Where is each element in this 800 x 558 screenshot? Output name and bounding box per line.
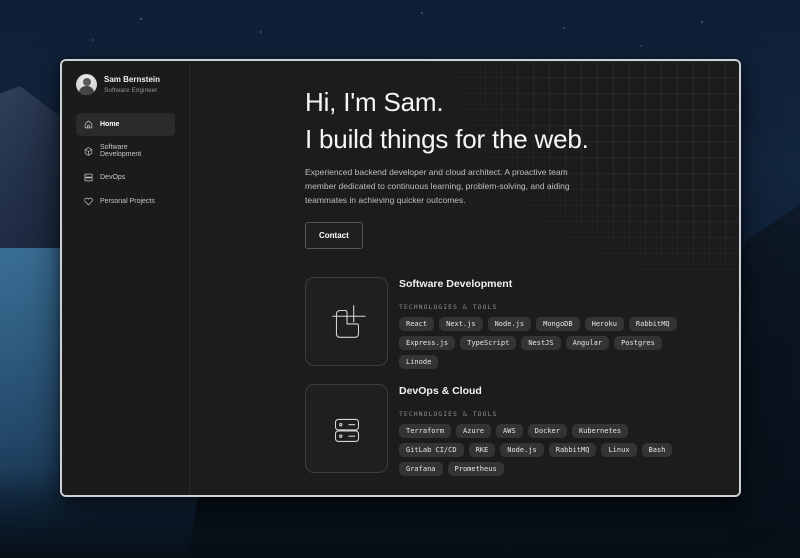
main-content: Hi, I'm Sam. I build things for the web.… [190, 61, 739, 495]
hero-heading-line1: Hi, I'm Sam. [305, 84, 739, 121]
avatar [76, 74, 97, 95]
sidebar-item-label: Software Development [100, 144, 167, 158]
tech-tag: Terraform [399, 424, 451, 438]
profile-role: Software Engineer [104, 86, 160, 95]
sidebar-item-label: Home [100, 121, 119, 128]
tech-tag: Linux [601, 443, 636, 457]
sidebar-item-devops[interactable]: DevOps [76, 166, 175, 189]
abstract-logo-icon [305, 277, 388, 366]
tech-tag: Express.js [399, 336, 455, 350]
tech-tag: Linode [399, 355, 438, 369]
tech-tag: Node.js [500, 443, 544, 457]
hero-heading-line2: I build things for the web. [305, 121, 739, 158]
tech-tag: RKE [469, 443, 496, 457]
tech-tag: RabbitMQ [549, 443, 597, 457]
tech-tag: Next.js [439, 317, 483, 331]
tech-tag: Grafana [399, 462, 443, 476]
portfolio-window: Sam Bernstein Software Engineer Home Sof… [60, 59, 741, 497]
tech-tag: Bash [642, 443, 673, 457]
devops-cloud-card: DevOps & Cloud TECHNOLOGIES & TOOLS Terr… [305, 384, 739, 476]
server-rack-icon [305, 384, 388, 473]
server-icon [84, 173, 93, 182]
tech-tag: Node.js [488, 317, 532, 331]
tech-tag: React [399, 317, 434, 331]
home-icon [84, 120, 93, 129]
sidebar-item-label: DevOps [100, 174, 125, 181]
tech-tag: TypeScript [460, 336, 516, 350]
tech-tag: GitLab CI/CD [399, 443, 464, 457]
tech-tag: Angular [566, 336, 610, 350]
tech-tag: AWS [496, 424, 523, 438]
software-development-card: Software Development TECHNOLOGIES & TOOL… [305, 277, 739, 369]
sidebar-nav: Home Software Development DevOps [76, 113, 175, 213]
tech-tag: Azure [456, 424, 491, 438]
profile: Sam Bernstein Software Engineer [76, 74, 175, 95]
sidebar-item-personal-projects[interactable]: Personal Projects [76, 190, 175, 213]
tech-tag: Postgres [614, 336, 662, 350]
hero-section: Hi, I'm Sam. I build things for the web.… [305, 84, 739, 249]
tools-label: TECHNOLOGIES & TOOLS [399, 410, 679, 418]
skill-sections: Software Development TECHNOLOGIES & TOOL… [305, 277, 739, 476]
desktop-background: Sam Bernstein Software Engineer Home Sof… [0, 0, 800, 558]
tag-list: Terraform Azure AWS Docker Kubernetes GitLab … [399, 424, 679, 476]
heart-icon [84, 197, 93, 206]
sidebar-item-label: Personal Projects [100, 198, 155, 205]
hero-description: Experienced backend developer and cloud … [305, 165, 579, 207]
profile-name: Sam Bernstein [104, 75, 160, 85]
tech-tag: Heroku [585, 317, 624, 331]
package-icon [84, 147, 93, 156]
tech-tag: Kubernetes [572, 424, 628, 438]
contact-button[interactable]: Contact [305, 222, 363, 249]
sidebar-item-software-development[interactable]: Software Development [76, 137, 175, 165]
tag-list: React Next.js Node.js MongoDB Heroku RabbitMQ… [399, 317, 679, 369]
section-title: Software Development [399, 278, 679, 290]
tech-tag: NestJS [521, 336, 560, 350]
tech-tag: Docker [528, 424, 567, 438]
tools-label: TECHNOLOGIES & TOOLS [399, 303, 679, 311]
section-title: DevOps & Cloud [399, 385, 679, 397]
tech-tag: Prometheus [448, 462, 504, 476]
tech-tag: MongoDB [536, 317, 580, 331]
tech-tag: RabbitMQ [629, 317, 677, 331]
sidebar-item-home[interactable]: Home [76, 113, 175, 136]
sidebar: Sam Bernstein Software Engineer Home Sof… [62, 61, 190, 495]
wallpaper-stars [0, 0, 2, 2]
